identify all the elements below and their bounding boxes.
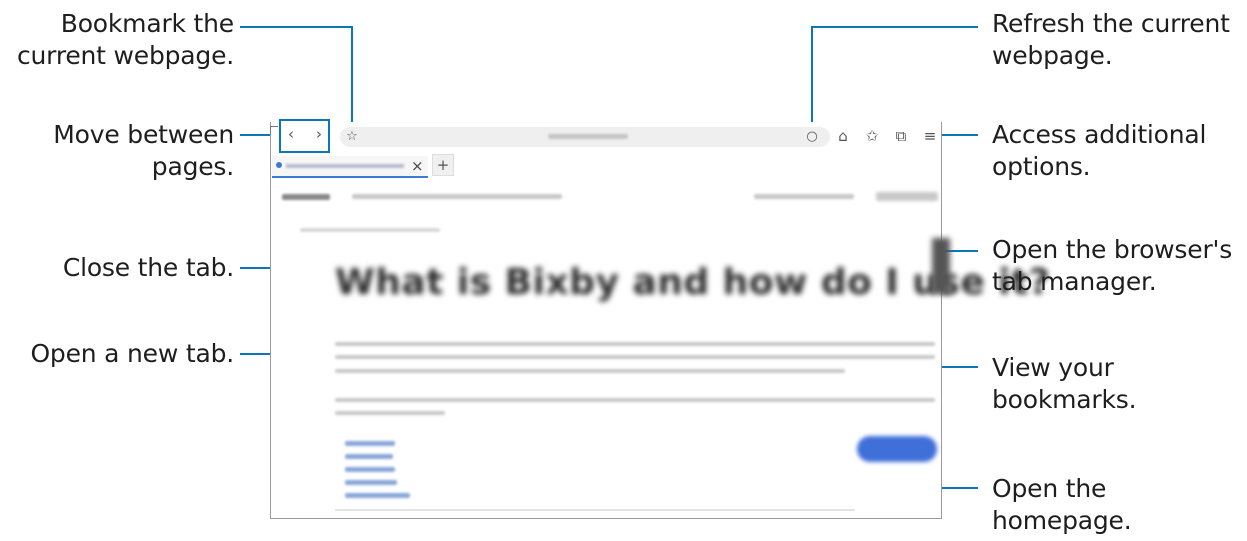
- callout-move-between-pages: Move between pages.: [53, 119, 234, 183]
- callout-tab-manager: Open the browser's tab manager.: [992, 234, 1232, 298]
- content-link[interactable]: [345, 454, 393, 459]
- paragraph-line: [335, 369, 845, 373]
- callout-text: Open a new tab.: [30, 339, 234, 368]
- callout-text: Access additional options.: [992, 120, 1207, 181]
- side-image: [932, 238, 950, 294]
- breadcrumb: [300, 228, 440, 232]
- content-divider: [335, 509, 855, 511]
- close-tab-icon[interactable]: ×: [411, 157, 424, 175]
- menu-icon[interactable]: ≡: [922, 128, 938, 144]
- forward-icon[interactable]: ›: [311, 126, 327, 142]
- bookmark-star-icon[interactable]: ☆: [344, 129, 360, 145]
- home-icon[interactable]: ⌂: [835, 128, 851, 144]
- line-bookmark: [240, 26, 353, 125]
- callout-text: Move between pages.: [53, 120, 234, 181]
- tab-title: [286, 164, 404, 168]
- content-link[interactable]: [345, 493, 410, 498]
- refresh-icon[interactable]: ○: [804, 129, 820, 145]
- callout-refresh: Refresh the current webpage.: [992, 8, 1230, 72]
- callout-text: Refresh the current webpage.: [992, 9, 1230, 70]
- content-link[interactable]: [345, 480, 397, 485]
- paragraph-line: [335, 411, 445, 415]
- window-corner: [270, 126, 278, 134]
- site-nav: [352, 194, 562, 199]
- new-tab-button[interactable]: +: [432, 154, 454, 176]
- site-icons: [876, 192, 938, 201]
- back-icon[interactable]: ‹: [283, 126, 299, 142]
- url-text: [548, 134, 628, 139]
- callout-view-bookmarks: View your bookmarks.: [992, 352, 1137, 416]
- callout-close-tab: Close the tab.: [63, 252, 234, 284]
- browser-window: [270, 122, 942, 519]
- callout-text: Open the homepage.: [992, 474, 1132, 535]
- callout-open-new-tab: Open a new tab.: [30, 338, 234, 370]
- callout-additional-options: Access additional options.: [992, 119, 1206, 183]
- paragraph-line: [335, 398, 935, 402]
- browser-tab[interactable]: [272, 156, 428, 178]
- tabs-icon[interactable]: ⧉: [893, 128, 909, 144]
- site-nav-right: [754, 194, 854, 199]
- content-link[interactable]: [345, 467, 395, 472]
- callout-text: View your bookmarks.: [992, 353, 1137, 414]
- callout-text: Bookmark the current webpage.: [16, 9, 234, 70]
- line-refresh: [811, 26, 978, 128]
- address-bar[interactable]: [340, 127, 830, 147]
- paragraph-line: [335, 355, 935, 359]
- site-logo: [282, 194, 330, 200]
- bookmarks-icon[interactable]: ✩: [864, 128, 880, 144]
- callout-text: Close the tab.: [62, 253, 234, 282]
- favicon-icon: [276, 162, 282, 168]
- callout-bookmark-current: Bookmark the current webpage.: [17, 8, 234, 72]
- callout-open-homepage: Open the homepage.: [992, 473, 1132, 537]
- paragraph-line: [335, 342, 935, 346]
- callout-text: Open the browser's tab manager.: [992, 235, 1233, 296]
- content-link[interactable]: [345, 441, 395, 446]
- cta-button[interactable]: [857, 436, 937, 462]
